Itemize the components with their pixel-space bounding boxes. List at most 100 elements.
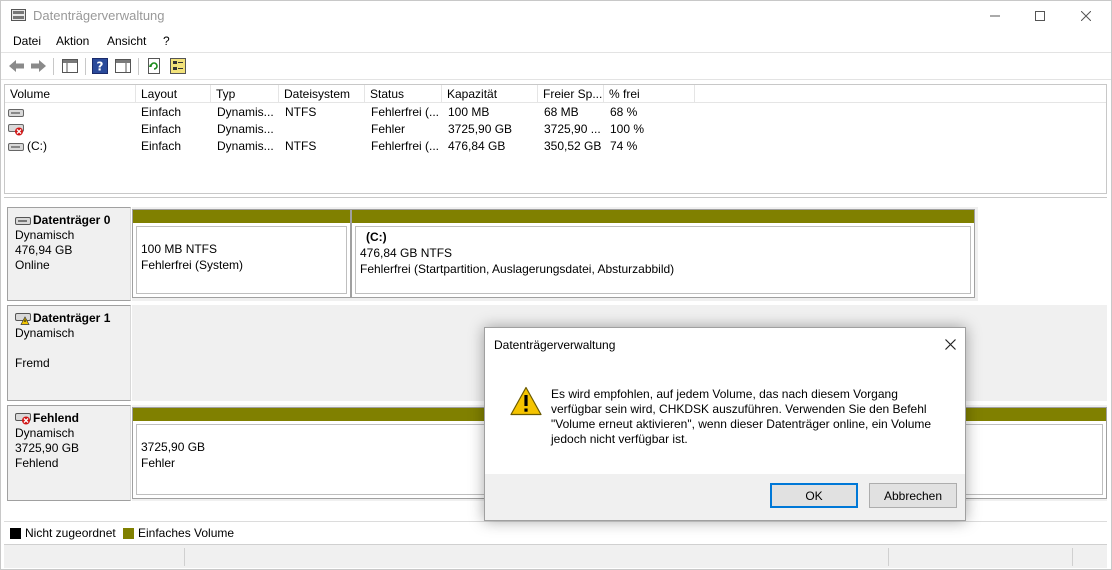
disk-0-size: 476,94 GB [15, 243, 73, 257]
toolbar-separator [53, 58, 54, 75]
back-button[interactable] [7, 57, 25, 75]
menu-bar: Datei Aktion Ansicht ? [1, 31, 1111, 51]
partition-c[interactable]: (C:) 476,84 GB NTFS Fehlerfrei (Startpar… [351, 209, 975, 298]
status-pane [1072, 548, 1073, 566]
drive-error-icon [8, 124, 24, 136]
disk-icon [15, 217, 31, 225]
properties-button[interactable] [169, 57, 187, 75]
disk-0-partitions: 100 MB NTFS Fehlerfrei (System) (C:) 476… [132, 207, 978, 301]
disk-0-type: Dynamisch [15, 228, 75, 242]
show-hide-console-tree-button[interactable] [61, 57, 79, 75]
volume-typ: Dynamis... [217, 122, 274, 136]
window-title: Datenträgerverwaltung [33, 8, 165, 23]
volume-capacity: 476,84 GB [448, 139, 506, 153]
disk-error-icon [15, 413, 31, 425]
console-tree-icon [62, 59, 78, 73]
column-header-kapazitaet[interactable]: Kapazität [442, 85, 538, 103]
dialog-close-button[interactable] [939, 335, 961, 353]
svg-text:?: ? [97, 60, 104, 74]
disk-1-type: Dynamisch [15, 326, 75, 340]
maximize-icon [1035, 10, 1045, 21]
legend-label: Einfaches Volume [138, 526, 235, 540]
legend-simple-volume: Einfaches Volume [123, 526, 234, 540]
action-pane-icon [115, 59, 131, 73]
disk-missing-type: Dynamisch [15, 426, 75, 440]
disk-warning-icon [15, 313, 31, 325]
dialog-footer: OK Abbrechen [485, 474, 965, 520]
column-header-layout[interactable]: Layout [136, 85, 211, 103]
minimize-button[interactable] [972, 1, 1018, 30]
refresh-button[interactable] [145, 57, 163, 75]
column-header-status[interactable]: Status [365, 85, 442, 103]
help-button[interactable]: ? [91, 57, 109, 75]
volume-layout: Einfach [141, 105, 182, 119]
volume-free-space: 350,52 GB [544, 139, 602, 153]
menu-datei[interactable]: Datei [13, 34, 41, 48]
minimize-icon [990, 15, 1000, 16]
partition-system[interactable]: 100 MB NTFS Fehlerfrei (System) [132, 209, 351, 298]
partition-size-fs: 476,84 GB NTFS [360, 246, 453, 260]
status-pane [888, 548, 889, 566]
close-icon [944, 338, 956, 350]
disk-1-label[interactable]: Datenträger 1 Dynamisch Fremd [7, 305, 131, 401]
volume-row[interactable]: Einfach Dynamis... NTFS Fehlerfrei (... … [5, 104, 1106, 121]
partition-info: (C:) 476,84 GB NTFS Fehlerfrei (Startpar… [355, 226, 971, 294]
volume-row[interactable]: (C:) Einfach Dynamis... NTFS Fehlerfrei … [5, 138, 1106, 155]
disk-1-size [15, 341, 130, 356]
volume-status: Fehler [371, 122, 406, 136]
partition-type-bar [133, 210, 350, 223]
toolbar: ? [1, 52, 1111, 80]
maximize-button[interactable] [1017, 1, 1063, 30]
help-icon: ? [92, 58, 108, 74]
arrow-left-icon [8, 60, 24, 72]
menu-ansicht[interactable]: Ansicht [107, 34, 146, 48]
forward-button[interactable] [29, 57, 47, 75]
disk-1-title-row: Datenträger 1 [15, 311, 130, 326]
refresh-icon [148, 58, 160, 74]
column-header-prozent-frei[interactable]: % frei [604, 85, 695, 103]
partition-status: Fehlerfrei (Startpartition, Auslagerungs… [360, 262, 675, 276]
dialog-message: Es wird empfohlen, auf jedem Volume, das… [551, 387, 932, 446]
disk-0-state: Online [15, 258, 50, 272]
disk-missing-label[interactable]: Fehlend Dynamisch 3725,90 GB Fehlend [7, 405, 131, 501]
menu-help[interactable]: ? [163, 34, 170, 48]
drive-icon [8, 143, 24, 151]
disk-management-window: Datenträgerverwaltung Datei Aktion Ansic… [0, 0, 1112, 570]
partition-info: 100 MB NTFS Fehlerfrei (System) [136, 226, 347, 294]
column-header-freier-speicher[interactable]: Freier Sp... [538, 85, 604, 103]
disk-missing-size: 3725,90 GB [15, 441, 80, 455]
disk-0-title-row: Datenträger 0 [15, 213, 130, 228]
status-bar [4, 544, 1107, 568]
legend-label: Nicht zugeordnet [25, 526, 116, 540]
volume-capacity: 3725,90 GB [448, 122, 513, 136]
volume-status: Fehlerfrei (... [371, 105, 440, 119]
column-header-dateisystem[interactable]: Dateisystem [279, 85, 365, 103]
volume-list[interactable]: Volume Layout Typ Dateisystem Status Kap… [4, 84, 1107, 194]
legend-swatch-simple-volume [123, 527, 134, 539]
close-button[interactable] [1063, 1, 1109, 30]
volume-typ: Dynamis... [217, 139, 274, 153]
toolbar-separator [138, 58, 139, 75]
disk-0-label[interactable]: Datenträger 0 Dynamisch 476,94 GB Online [7, 207, 131, 301]
volume-row[interactable]: Einfach Dynamis... Fehler 3725,90 GB 372… [5, 121, 1106, 138]
close-icon [1081, 10, 1091, 21]
ok-button[interactable]: OK [770, 483, 858, 508]
disk-1-state: Fremd [15, 356, 50, 370]
disk-missing-name: Fehlend [33, 411, 80, 425]
warning-dialog: Datenträgerverwaltung Es wird empfohlen,… [484, 327, 966, 521]
volume-name: (C:) [27, 139, 47, 153]
disk-missing-title-row: Fehlend [15, 411, 130, 426]
column-header-volume[interactable]: Volume [5, 85, 136, 103]
arrow-right-icon [30, 60, 46, 72]
show-hide-action-pane-button[interactable] [114, 57, 132, 75]
column-header-typ[interactable]: Typ [211, 85, 279, 103]
volume-percent-free: 68 % [610, 105, 638, 119]
cancel-button[interactable]: Abbrechen [869, 483, 957, 508]
disk-management-app-icon [11, 9, 26, 21]
volume-free-space: 68 MB [544, 105, 579, 119]
volume-filesystem: NTFS [285, 105, 317, 119]
legend-swatch-unallocated [10, 527, 21, 539]
disk-1-name: Datenträger 1 [33, 311, 111, 325]
menu-aktion[interactable]: Aktion [56, 34, 89, 48]
volume-capacity: 100 MB [448, 105, 490, 119]
